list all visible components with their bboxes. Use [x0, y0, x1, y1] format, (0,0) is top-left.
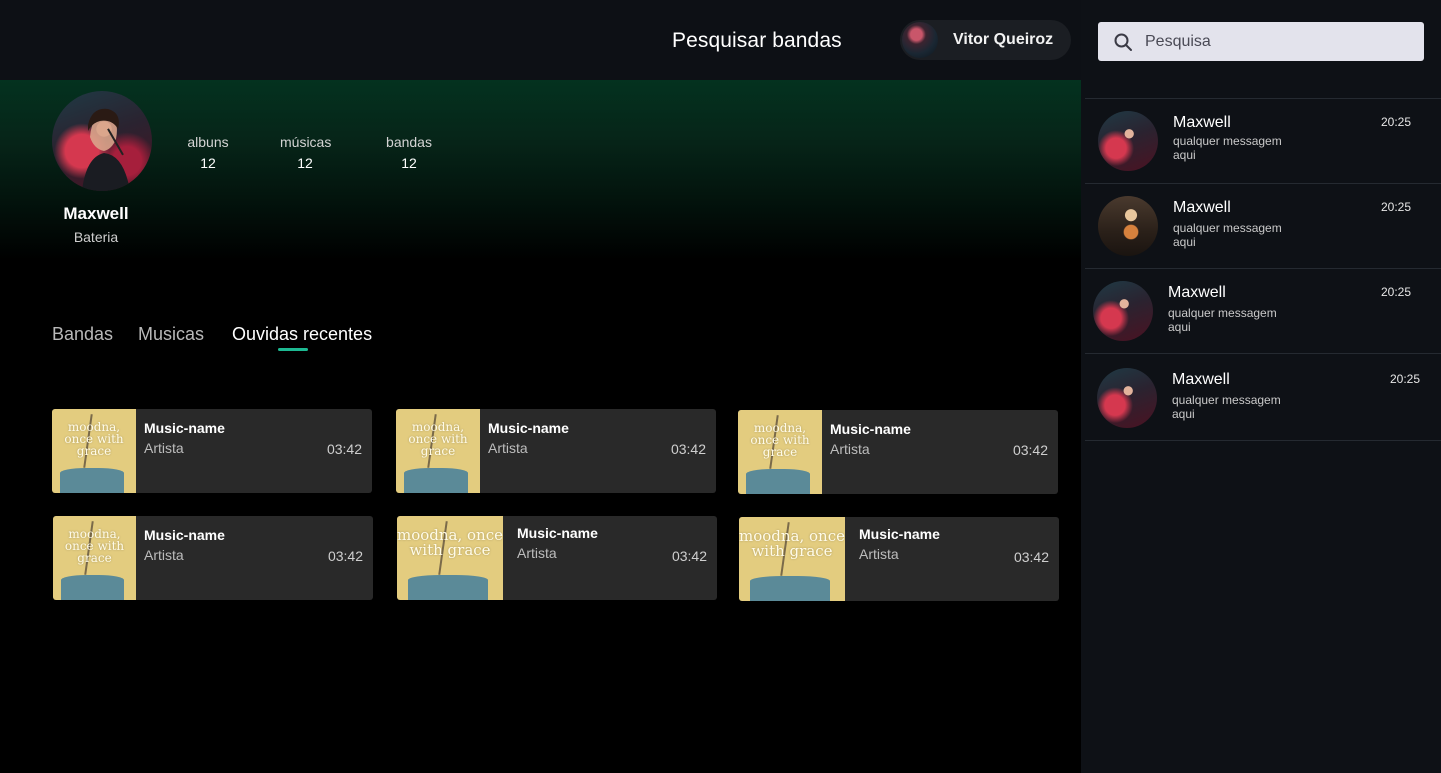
cover-text: moodna, once with grace — [408, 419, 468, 458]
track-duration: 03:42 — [327, 548, 363, 564]
track-artist: Artista — [144, 547, 184, 563]
message-sender: Maxwell — [1173, 199, 1231, 216]
track-card[interactable]: moodna, once with grace Music-name Artis… — [397, 516, 717, 600]
cover-text: moodna, once with grace — [750, 420, 810, 459]
cover-text: moodna, once with grace — [64, 526, 125, 565]
message-avatar — [1093, 281, 1153, 341]
cover-text: moodna, once with grace — [397, 525, 503, 559]
track-artist: Artista — [144, 440, 184, 456]
message-time: 20:25 — [1381, 285, 1412, 299]
user-menu-button[interactable]: Vitor Queiroz — [900, 20, 1071, 60]
cover-cake — [407, 574, 489, 600]
page: Pesquisar bandas Vitor Queiroz Maxwell B… — [0, 0, 1441, 773]
stat-label: albuns — [187, 134, 229, 150]
stat-value: 12 — [401, 155, 417, 171]
message-item[interactable]: Maxwell qualquer messagem aqui 20:25 — [1085, 184, 1441, 269]
track-card[interactable]: moodna, once with grace Music-name Artis… — [52, 409, 372, 493]
search-icon — [1114, 33, 1132, 51]
track-title: Music-name — [517, 525, 598, 541]
track-artist: Artista — [517, 545, 557, 561]
track-card[interactable]: moodna, once with grace Music-name Artis… — [53, 516, 373, 600]
tab-musicas[interactable]: Musicas — [138, 324, 204, 345]
profile-avatar — [52, 91, 152, 191]
message-sender: Maxwell — [1172, 371, 1230, 388]
track-duration: 03:42 — [671, 548, 707, 564]
message-sender: Maxwell — [1168, 284, 1226, 301]
tab-bandas[interactable]: Bandas — [52, 324, 113, 345]
track-title: Music-name — [144, 527, 225, 543]
track-duration: 03:42 — [1012, 442, 1048, 458]
profile-name: Maxwell — [63, 204, 129, 223]
track-title: Music-name — [144, 420, 225, 436]
user-avatar — [902, 22, 938, 58]
stat-label: músicas — [280, 134, 332, 150]
profile-header-background — [0, 80, 1081, 260]
track-duration: 03:42 — [326, 441, 362, 457]
search-input[interactable] — [1145, 32, 1395, 51]
tab-ouvidas-recentes[interactable]: Ouvidas recentes — [232, 324, 372, 345]
message-avatar — [1097, 368, 1157, 428]
message-sender: Maxwell — [1173, 114, 1231, 131]
track-title: Music-name — [859, 526, 940, 542]
cover-cake — [749, 575, 831, 601]
message-item[interactable]: Maxwell qualquer messagem aqui 20:25 — [1085, 269, 1441, 354]
track-duration: 03:42 — [1013, 549, 1049, 565]
profile-role: Bateria — [73, 229, 119, 245]
cover-cake — [61, 574, 125, 600]
message-preview: qualquer messagem aqui — [1173, 134, 1282, 162]
profile-photo-illustration — [82, 108, 130, 191]
track-duration: 03:42 — [670, 441, 706, 457]
album-cover: moodna, once with grace — [397, 516, 503, 600]
message-time: 20:25 — [1390, 372, 1421, 386]
stat-value: 12 — [200, 155, 216, 171]
message-avatar — [1098, 196, 1158, 256]
search-bar[interactable] — [1098, 22, 1424, 61]
cover-text: moodna, once with grace — [64, 419, 124, 458]
cover-cake — [404, 467, 469, 493]
user-name: Vitor Queiroz — [953, 31, 1054, 48]
track-artist: Artista — [830, 441, 870, 457]
message-item[interactable]: Maxwell qualquer messagem aqui 20:25 — [1085, 99, 1441, 184]
cover-cake — [746, 468, 811, 494]
album-cover: moodna, once with grace — [739, 517, 845, 601]
track-title: Music-name — [488, 420, 569, 436]
message-preview: qualquer messagem aqui — [1173, 221, 1282, 249]
stat-bandas: bandas 12 — [384, 134, 434, 171]
track-card[interactable]: moodna, once with grace Music-name Artis… — [739, 517, 1059, 601]
album-cover: moodna, once with grace — [738, 410, 822, 494]
message-time: 20:25 — [1381, 200, 1412, 214]
album-cover: moodna, once with grace — [53, 516, 136, 600]
stat-value: 12 — [297, 155, 313, 171]
page-title: Pesquisar bandas — [672, 29, 842, 52]
track-artist: Artista — [488, 440, 528, 456]
track-card[interactable]: moodna, once with grace Music-name Artis… — [396, 409, 716, 493]
message-item[interactable]: Maxwell qualquer messagem aqui 20:25 — [1085, 354, 1441, 441]
album-cover: moodna, once with grace — [396, 409, 480, 493]
message-time: 20:25 — [1381, 115, 1412, 129]
active-tab-indicator — [278, 348, 308, 351]
stat-musicas: músicas 12 — [280, 134, 332, 171]
track-title: Music-name — [830, 421, 911, 437]
message-preview: qualquer messagem aqui — [1172, 393, 1281, 421]
track-card[interactable]: moodna, once with grace Music-name Artis… — [738, 410, 1058, 494]
message-avatar — [1098, 111, 1158, 171]
stat-label: bandas — [386, 134, 432, 150]
cover-text: moodna, once with grace — [739, 526, 845, 560]
message-preview: qualquer messagem aqui — [1168, 306, 1277, 334]
stat-albuns: albuns 12 — [183, 134, 233, 171]
cover-cake — [60, 467, 125, 493]
album-cover: moodna, once with grace — [52, 409, 136, 493]
track-artist: Artista — [859, 546, 899, 562]
